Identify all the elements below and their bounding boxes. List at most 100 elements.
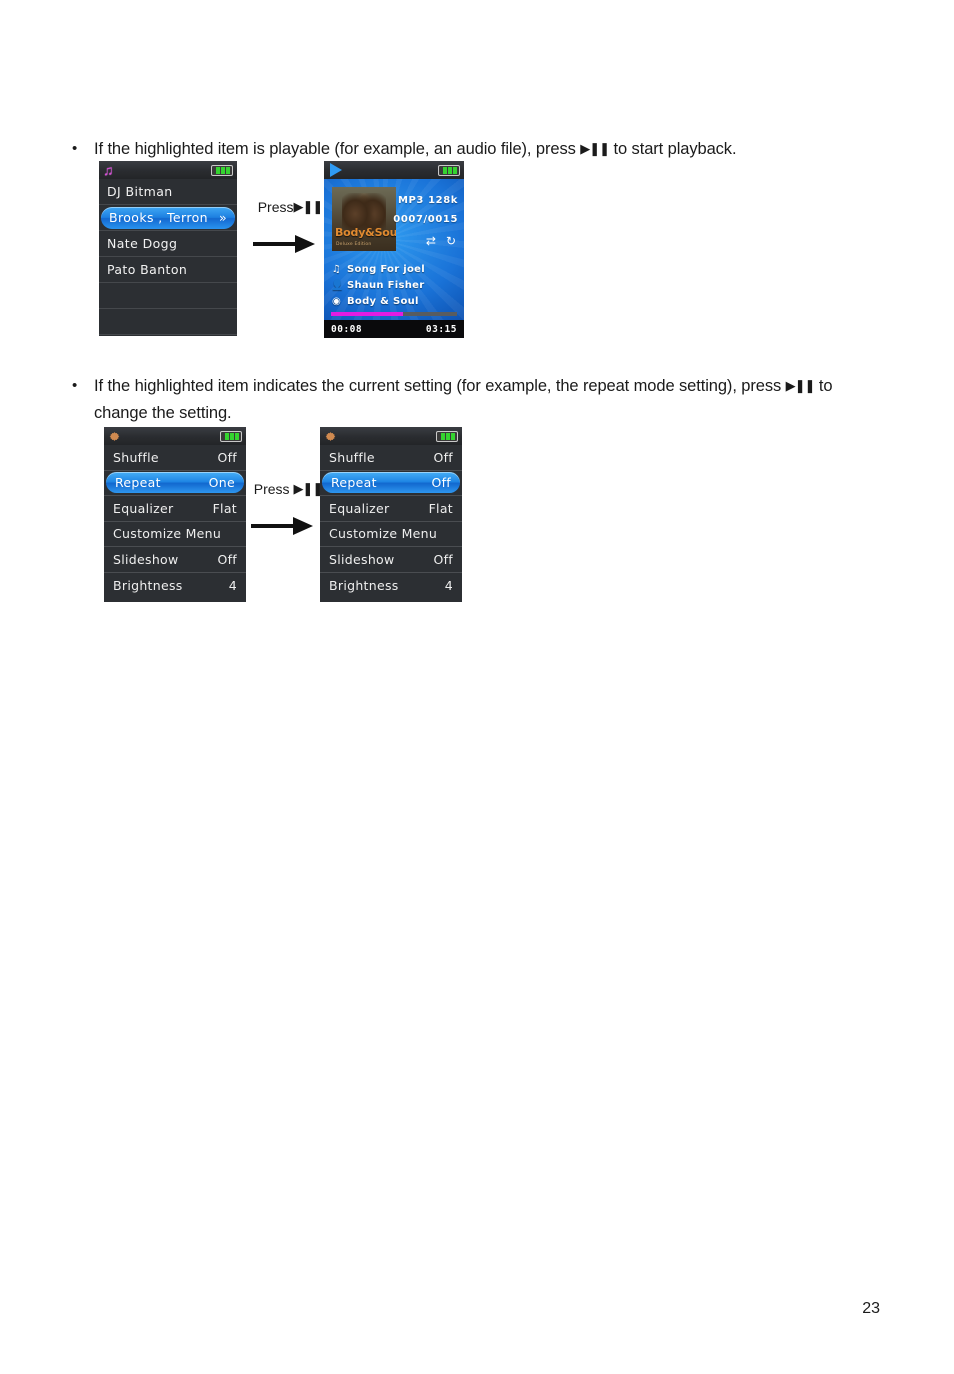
audio-format: MP3 128k — [397, 195, 458, 206]
setting-label: Shuffle — [113, 449, 159, 465]
bullet-marker: • — [72, 140, 78, 157]
track-artist-line: 👤 Shaun Fisher — [331, 277, 458, 293]
bullet-text-before: If the highlighted item indicates the cu… — [94, 377, 782, 395]
press-word: Press — [253, 481, 290, 497]
track-info-lines: ♫ Song For joel 👤 Shaun Fisher ◉ Body & … — [331, 261, 458, 309]
setting-label: Brightness — [113, 577, 183, 593]
playback-mode-icons: ⇄ ↻ — [426, 235, 456, 247]
play-pause-icon: ▶❚❚ — [293, 199, 324, 214]
battery-full-icon — [436, 430, 458, 442]
setting-label: Customize Menu — [113, 526, 222, 542]
press-word: Press — [257, 199, 294, 215]
transition-press-1: Press▶❚❚ — [245, 198, 335, 255]
setting-label: Slideshow — [329, 551, 395, 567]
setting-row-repeat[interactable]: Repeat One — [104, 471, 246, 496]
setting-row-customize-menu[interactable]: Customize Menu — [104, 522, 246, 547]
device-screen-settings-after: Shuffle Off Repeat Off Equalizer Flat Cu… — [320, 427, 462, 602]
bullet-text: If the highlighted item indicates the cu… — [94, 373, 884, 426]
setting-label: Customize Menu — [329, 526, 438, 542]
battery-full-icon — [211, 164, 233, 176]
status-bar: ♫ — [99, 161, 237, 179]
track-title-line: ♫ Song For joel — [331, 261, 458, 277]
play-icon — [330, 163, 342, 177]
setting-value: Off — [433, 551, 453, 567]
press-label: Press▶❚❚ — [245, 198, 335, 217]
setting-label: Slideshow — [113, 551, 179, 567]
setting-value: Off — [431, 475, 451, 491]
status-bar — [324, 161, 464, 179]
settings-list[interactable]: Shuffle Off Repeat Off Equalizer Flat Cu… — [320, 445, 462, 598]
list-item[interactable]: Pato Banton — [99, 257, 237, 283]
list-item-empty — [99, 283, 237, 309]
album-icon: ◉ — [331, 295, 342, 307]
play-pause-icon: ▶❚❚ — [293, 481, 323, 496]
bullet-text: If the highlighted item is playable (for… — [94, 136, 737, 163]
setting-value: One — [208, 475, 235, 491]
setting-label: Brightness — [329, 577, 399, 593]
setting-value: Flat — [428, 500, 453, 516]
track-artist: Shaun Fisher — [347, 279, 425, 291]
settings-list[interactable]: Shuffle Off Repeat One Equalizer Flat Cu… — [104, 445, 246, 598]
device-screen-now-playing: Body&Soul Deluxe Edition MP3 128k 0007/0… — [324, 161, 464, 338]
bullet-text-before: If the highlighted item is playable (for… — [94, 140, 576, 158]
setting-label: Equalizer — [113, 500, 174, 516]
track-album-line: ◉ Body & Soul — [331, 293, 458, 309]
setting-label: Equalizer — [329, 500, 390, 516]
list-item[interactable]: Nate Dogg — [99, 231, 237, 257]
list-item-label: Brooks , Terron — [109, 210, 208, 225]
device-screen-browse-list: ♫ DJ Bitman Brooks , Terron » Nate Dogg … — [99, 161, 237, 336]
album-art-subtitle: Deluxe Edition — [336, 242, 372, 247]
music-note-icon: ♫ — [103, 162, 114, 178]
list-item-label: Pato Banton — [107, 262, 188, 277]
list-item-selected[interactable]: Brooks , Terron » — [99, 205, 237, 231]
setting-row-shuffle[interactable]: Shuffle Off — [320, 445, 462, 471]
selection-pill: Repeat One — [106, 472, 244, 494]
play-pause-icon: ▶❚❚ — [580, 141, 610, 156]
page-number: 23 — [862, 1300, 880, 1317]
manual-page: • If the highlighted item is playable (f… — [0, 0, 954, 1374]
bullet-text-after: to start playback. — [613, 140, 737, 158]
selection-pill: Repeat Off — [322, 472, 460, 494]
setting-row-brightness[interactable]: Brightness 4 — [104, 573, 246, 599]
setting-value: Off — [433, 449, 453, 465]
status-bar — [320, 427, 462, 445]
setting-label: Repeat — [331, 475, 377, 491]
setting-label: Shuffle — [329, 449, 375, 465]
total-time: 03:15 — [425, 323, 457, 335]
device-screen-settings-before: Shuffle Off Repeat One Equalizer Flat Cu… — [104, 427, 246, 602]
gear-icon — [324, 430, 337, 443]
progress-bar[interactable] — [331, 312, 457, 316]
setting-row-shuffle[interactable]: Shuffle Off — [104, 445, 246, 471]
status-bar — [104, 427, 246, 445]
setting-row-slideshow[interactable]: Slideshow Off — [320, 547, 462, 573]
shuffle-icon: ⇄ — [425, 234, 436, 248]
elapsed-time: 00:08 — [331, 323, 363, 335]
album-art-title: Body&Soul — [335, 226, 396, 239]
repeat-icon: ↻ — [445, 234, 456, 248]
setting-row-slideshow[interactable]: Slideshow Off — [104, 547, 246, 573]
setting-row-equalizer[interactable]: Equalizer Flat — [104, 496, 246, 522]
music-note-icon: ♫ — [331, 263, 342, 275]
setting-row-brightness[interactable]: Brightness 4 — [320, 573, 462, 599]
list-item-label: Nate Dogg — [107, 236, 178, 251]
setting-row-customize-menu[interactable]: Customize Menu — [320, 522, 462, 547]
now-playing-body: Body&Soul Deluxe Edition MP3 128k 0007/0… — [324, 179, 464, 338]
battery-full-icon — [438, 164, 460, 176]
bullet-marker: • — [72, 377, 78, 394]
track-index: 0007/0015 — [393, 214, 458, 225]
selection-pill: Brooks , Terron » — [101, 206, 235, 229]
setting-row-equalizer[interactable]: Equalizer Flat — [320, 496, 462, 522]
arrow-right-icon — [245, 233, 335, 255]
browse-list[interactable]: DJ Bitman Brooks , Terron » Nate Dogg Pa… — [99, 179, 237, 335]
setting-value: 4 — [228, 577, 237, 593]
list-item[interactable]: DJ Bitman — [99, 179, 237, 205]
bullet-item-setting: • If the highlighted item indicates the … — [70, 373, 900, 426]
artist-icon: 👤 — [331, 279, 344, 291]
setting-label: Repeat — [115, 475, 161, 491]
album-art: Body&Soul Deluxe Edition — [332, 187, 396, 251]
time-bar: 00:08 03:15 — [324, 320, 464, 338]
setting-row-repeat[interactable]: Repeat Off — [320, 471, 462, 496]
bullet-item-playable: • If the highlighted item is playable (f… — [70, 136, 890, 163]
progress-bar-fill — [331, 312, 403, 316]
list-item-empty — [99, 309, 237, 335]
